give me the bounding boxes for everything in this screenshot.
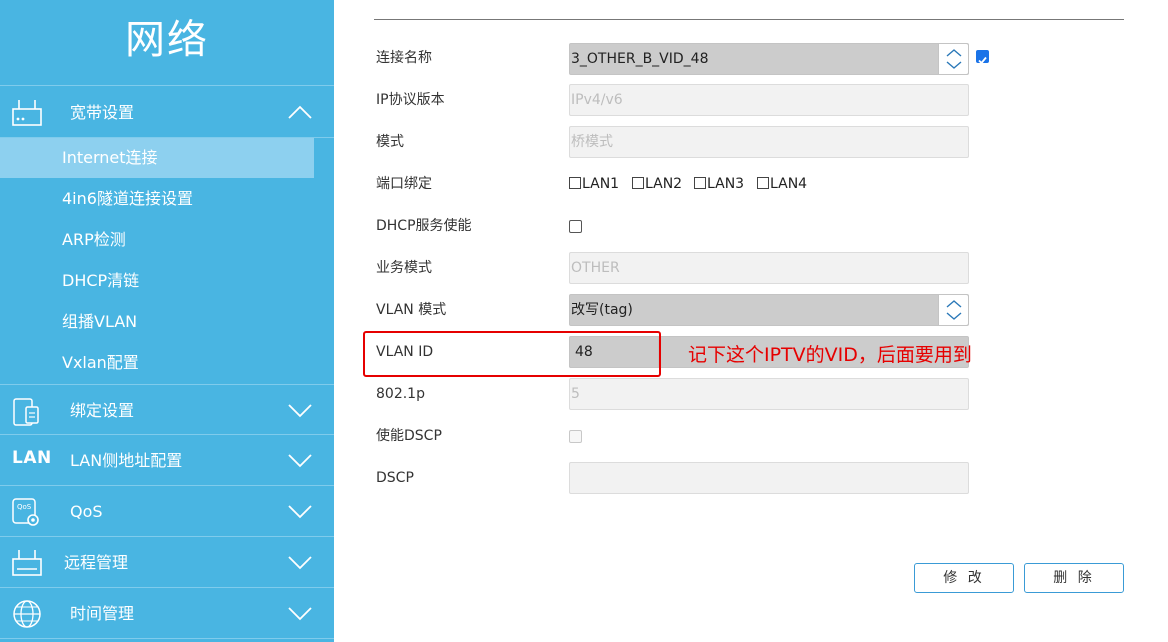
chevron-up-icon <box>288 105 312 119</box>
ip-version-label: IP协议版本 <box>376 92 445 108</box>
sidebar-group-lan[interactable]: LAN LAN侧地址配置 <box>0 435 334 486</box>
connection-name-label: 连接名称 <box>376 50 432 66</box>
mode-label: 模式 <box>376 134 404 150</box>
delete-button[interactable]: 删 除 <box>1024 563 1124 593</box>
checkbox-box <box>694 177 706 189</box>
globe-icon <box>13 600 41 628</box>
sidebar-group-label: QoS <box>70 502 103 521</box>
lan2-label: LAN2 <box>645 176 683 192</box>
sidebar-item-multicast-vlan[interactable]: 组播VLAN <box>0 302 334 342</box>
chevron-down-icon <box>288 556 312 570</box>
enable-dscp-label: 使能DSCP <box>376 428 442 444</box>
dhcp-server-checkbox[interactable] <box>569 220 582 233</box>
chevron-down-icon <box>288 404 312 418</box>
port-binding-label: 端口绑定 <box>376 176 432 192</box>
mode-field: 桥模式 <box>569 126 969 158</box>
sidebar-item-vxlan[interactable]: Vxlan配置 <box>0 343 334 383</box>
sidebar-group-broadband[interactable]: 宽带设置 <box>0 87 334 138</box>
service-mode-label: 业务模式 <box>376 260 432 276</box>
checkbox-box <box>569 177 581 189</box>
lan1-checkbox[interactable]: LAN1 <box>569 176 619 192</box>
lan2-checkbox[interactable]: LAN2 <box>632 176 682 192</box>
sidebar-group-remote[interactable]: 远程管理 <box>0 537 334 588</box>
sidebar-group-label: 远程管理 <box>64 553 129 572</box>
p8021-field: 5 <box>569 378 969 410</box>
vlan-mode-label: VLAN 模式 <box>376 302 447 318</box>
sidebar-group-label: 宽带设置 <box>70 103 135 122</box>
sidebar-group-label: 时间管理 <box>70 604 135 623</box>
enable-dscp-checkbox[interactable] <box>569 430 582 443</box>
sidebar-group-time[interactable]: 时间管理 <box>0 588 334 639</box>
updown-arrows-icon <box>946 300 962 320</box>
lan4-label: LAN4 <box>770 176 808 192</box>
sidebar-group-label: LAN侧地址配置 <box>70 451 183 470</box>
ip-version-field: IPv4/v6 <box>569 84 969 116</box>
svg-text:QoS: QoS <box>17 503 32 511</box>
dhcp-server-label: DHCP服务使能 <box>376 218 472 234</box>
sidebar-title: 网络 <box>0 0 334 86</box>
lan-icon: LAN <box>12 448 52 468</box>
sidebar-group-binding[interactable]: 绑定设置 <box>0 384 334 435</box>
lan1-label: LAN1 <box>582 176 620 192</box>
select-spinner <box>938 44 968 74</box>
checkbox-box <box>757 177 769 189</box>
dscp-label: DSCP <box>376 470 414 486</box>
service-mode-field: OTHER <box>569 252 969 284</box>
lan3-label: LAN3 <box>707 176 745 192</box>
sidebar-item-internet[interactable]: Internet连接 <box>0 138 314 178</box>
chevron-down-icon <box>288 505 312 519</box>
qos-gear-icon: QoS <box>12 498 39 526</box>
connection-name-value: 3_OTHER_B_VID_48 <box>571 51 709 67</box>
lan4-checkbox[interactable]: LAN4 <box>757 176 807 192</box>
sidebar-item-4in6[interactable]: 4in6隧道连接设置 <box>0 179 334 219</box>
checkmark-icon <box>978 56 987 65</box>
vlan-mode-select[interactable]: 改写(tag) <box>569 294 969 326</box>
router-icon <box>12 100 42 126</box>
sidebar: 网络 宽带设置 Internet连接 4in6隧道连接设置 ARP检测 DHCP… <box>0 0 334 642</box>
modify-button[interactable]: 修 改 <box>914 563 1014 593</box>
select-spinner <box>938 295 968 325</box>
vlan-mode-value: 改写(tag) <box>571 302 633 318</box>
sidebar-item-arp[interactable]: ARP检测 <box>0 220 334 260</box>
router-icon <box>12 550 42 576</box>
section-divider <box>374 19 1124 20</box>
updown-arrows-icon <box>946 49 962 69</box>
connection-enable-checkbox[interactable] <box>976 50 989 65</box>
checkbox-box <box>632 177 644 189</box>
device-bind-icon <box>13 398 39 426</box>
sidebar-item-dhcp-clear[interactable]: DHCP清链 <box>0 261 334 301</box>
connection-name-select[interactable]: 3_OTHER_B_VID_48 <box>569 43 969 75</box>
vlan-id-highlight-box <box>363 331 661 377</box>
p8021-label: 802.1p <box>376 386 425 402</box>
lan3-checkbox[interactable]: LAN3 <box>694 176 744 192</box>
dscp-field <box>569 462 969 494</box>
sidebar-group-label: 绑定设置 <box>70 401 135 420</box>
chevron-down-icon <box>288 607 312 621</box>
chevron-down-icon <box>288 454 312 468</box>
sidebar-group-qos[interactable]: QoS QoS <box>0 486 334 537</box>
annotation-note: 记下这个IPTV的VID，后面要用到 <box>688 344 972 366</box>
